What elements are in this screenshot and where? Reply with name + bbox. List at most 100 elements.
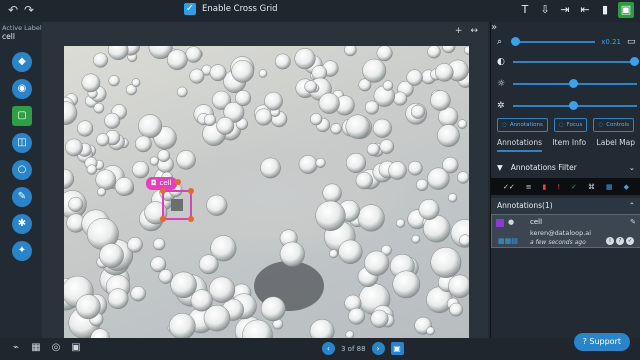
cell-blob <box>189 68 205 84</box>
bottom-bar: ⌁ ▦ ◎ ▣ ‹ 3 of 88 › ▣ ? Support <box>0 333 640 360</box>
opacity-icon: ◐ <box>497 57 505 67</box>
annotation-box[interactable] <box>160 179 194 222</box>
support-label: Support <box>589 337 621 346</box>
rotate-handle[interactable] <box>175 179 181 185</box>
tag-tool-icon[interactable]: ◆ <box>12 52 32 72</box>
annotation-author: keren@dataloop.ai <box>530 229 592 237</box>
chevron-down-icon[interactable]: ⌄ <box>629 163 635 172</box>
annotation-type-icons[interactable]: ▦▦▤ <box>498 237 518 245</box>
brush-tool-icon[interactable]: ✎ <box>12 187 32 207</box>
toggle-focus-button[interactable]: ◌ Focus <box>553 118 588 132</box>
next-item-button[interactable]: › <box>371 342 385 355</box>
box-tool-icon[interactable]: ▢ <box>12 106 32 126</box>
redo-icon[interactable]: ↷ <box>24 3 34 17</box>
cell-blob <box>190 289 213 312</box>
gallery-icon[interactable]: ▣ <box>390 342 404 355</box>
contrast-slider[interactable]: ✲ <box>497 100 637 112</box>
pager-text: 3 of 88 <box>341 344 366 353</box>
check-icon[interactable]: ✓ <box>571 183 577 191</box>
grid-view-icon[interactable]: ▦ <box>30 342 42 354</box>
list-icon[interactable]: ≡ <box>526 183 532 191</box>
contrast-knob[interactable] <box>568 101 578 110</box>
approve-icon[interactable]: ✓ <box>626 237 634 245</box>
tab-item-info[interactable]: Item Info <box>552 136 586 152</box>
resize-handle[interactable] <box>160 188 166 194</box>
cell-blob <box>149 156 159 166</box>
cell-blob <box>388 161 407 180</box>
grid-icon[interactable]: ▦ <box>606 183 613 191</box>
cell-blob <box>338 239 363 264</box>
alert-icon[interactable]: ! <box>557 183 560 191</box>
undo-icon[interactable]: ↶ <box>8 3 18 17</box>
cell-blob <box>407 160 423 176</box>
support-button[interactable]: ? Support <box>573 333 630 351</box>
cell-blob <box>410 104 425 119</box>
delete-icon[interactable]: ▮ <box>598 2 612 18</box>
cell-blob <box>393 91 408 106</box>
trash-icon[interactable]: ▮ <box>543 183 547 191</box>
cell-blob <box>298 155 318 174</box>
cross-grid-toggle[interactable]: ✓ Enable Cross Grid <box>184 3 278 15</box>
tab-label-map[interactable]: Label Map <box>597 136 635 152</box>
cell-blob <box>76 120 94 137</box>
microscopy-image[interactable] <box>64 46 469 341</box>
prev-item-button[interactable]: ‹ <box>322 342 335 355</box>
cross-grid-checkbox[interactable]: ✓ <box>184 3 196 15</box>
zoom-slider[interactable]: ⌕ x0.21 ▭ <box>497 36 637 48</box>
toggle-annotations-button[interactable]: ◌ Annotations <box>497 118 548 132</box>
cube-tool-icon[interactable]: ◫ <box>12 133 32 153</box>
cell-blob <box>315 200 346 231</box>
active-label-value[interactable]: cell <box>2 32 15 41</box>
fit-screen-icon[interactable]: ▭ <box>627 37 637 47</box>
chart-icon[interactable]: ⌁ <box>10 342 22 354</box>
export-icon[interactable]: ⇥ <box>558 2 572 18</box>
pager: ‹ 3 of 88 › ▣ <box>322 342 404 355</box>
brightness-slider[interactable]: ☼ <box>497 78 637 90</box>
drop-icon[interactable]: ◆ <box>624 183 629 191</box>
canvas-area[interactable]: + ↔ ◘ cell <box>42 22 488 341</box>
save-button[interactable]: ▣ <box>618 2 634 18</box>
filter-icon: ▼ <box>497 162 503 172</box>
download-icon[interactable]: ⇩ <box>538 2 552 18</box>
opacity-slider[interactable]: ◐ <box>497 56 639 68</box>
checks-icon[interactable]: ✓✓ <box>503 183 515 191</box>
opacity-knob[interactable] <box>630 57 639 66</box>
resize-handle[interactable] <box>188 216 194 222</box>
cell-blob <box>93 102 105 114</box>
annotation-name: cell <box>530 218 543 226</box>
edit-icon[interactable]: ✎ <box>630 218 636 226</box>
eye-off-icon: ◌ <box>598 122 604 128</box>
image-icon[interactable]: ▣ <box>70 342 82 354</box>
active-label-title: Active Label <box>2 24 42 32</box>
text-icon[interactable]: T <box>518 2 532 18</box>
brightness-knob[interactable] <box>568 79 578 88</box>
annotations-filter[interactable]: ▼ Annotations Filter ⌄ <box>491 158 640 176</box>
cell-blob <box>372 118 392 138</box>
target-icon[interactable]: ◎ <box>50 342 62 354</box>
annotations-section-header[interactable]: Annotations(1) ⌃ <box>491 198 640 214</box>
hierarchy-icon[interactable]: ⌘ <box>588 183 595 191</box>
pose-tool-icon[interactable]: ✱ <box>12 214 32 234</box>
cell-blob <box>208 276 236 303</box>
help-icon[interactable]: ? <box>616 237 624 245</box>
magic-wand-icon[interactable]: ✦ <box>12 241 32 261</box>
zoom-knob[interactable] <box>511 37 520 46</box>
expand-icon[interactable]: ↔ <box>470 26 478 36</box>
collapse-panel-icon[interactable]: » <box>491 22 497 33</box>
resize-handle[interactable] <box>160 216 166 222</box>
resize-handle[interactable] <box>188 188 194 194</box>
ellipse-tool-icon[interactable]: ○ <box>12 160 32 180</box>
cell-blob <box>459 234 469 247</box>
tab-annotations[interactable]: Annotations <box>497 136 543 152</box>
cell-blob <box>411 234 421 244</box>
toggle-controls-button[interactable]: ◌ Controls <box>593 118 634 132</box>
cell-blob <box>322 183 342 203</box>
chevron-up-icon[interactable]: ⌃ <box>629 198 635 214</box>
point-tool-icon[interactable]: ◉ <box>12 79 32 99</box>
fit-icon[interactable]: + <box>455 26 463 36</box>
annotation-list-item[interactable]: ● cell ✎ keren@dataloop.ai ▦▦▤ a few sec… <box>491 214 640 248</box>
toolbar-actions: T ⇩ ⇥ ⇤ ▮ ▣ <box>518 2 634 18</box>
annotation-time: a few seconds ago <box>530 239 586 246</box>
import-icon[interactable]: ⇤ <box>578 2 592 18</box>
info-icon[interactable]: i <box>606 237 614 245</box>
